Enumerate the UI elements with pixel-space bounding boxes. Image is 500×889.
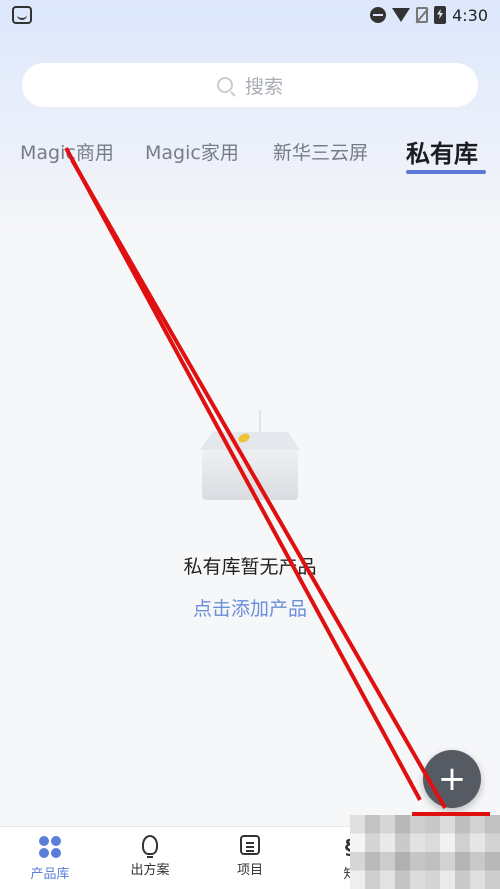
search-bar[interactable]: 搜索 (22, 63, 478, 107)
nav-item-solutions[interactable]: 出方案 (100, 827, 200, 889)
search-icon (216, 77, 233, 93)
nav-item-projects[interactable]: 项目 (200, 827, 300, 889)
screen: 4:30 搜索 Magic商用 Magic家用 新华三云屏 私有库 私有库暂无产… (0, 0, 500, 889)
tab-private-library[interactable]: 私有库 (406, 134, 478, 169)
tab-magic-home[interactable]: Magic家用 (145, 138, 239, 165)
grid-icon (38, 835, 62, 859)
nav-label: 产品库 (30, 867, 70, 882)
status-time: 4:30 (452, 5, 488, 25)
category-tabs: Magic商用 Magic家用 新华三云屏 私有库 (0, 130, 500, 180)
battery-charging-icon (434, 6, 447, 24)
tab-xinhua-cloud-screen[interactable]: 新华三云屏 (273, 138, 368, 165)
active-tab-indicator (406, 170, 486, 174)
status-bar: 4:30 (0, 0, 500, 30)
lightbulb-icon (142, 835, 158, 858)
tab-magic-commercial[interactable]: Magic商用 (20, 138, 114, 165)
wifi-icon (392, 8, 411, 22)
nav-label: 项目 (236, 863, 263, 878)
empty-state-title: 私有库暂无产品 (183, 556, 317, 578)
do-not-disturb-icon (370, 7, 387, 23)
add-fab-button[interactable]: + (423, 750, 481, 808)
list-icon (240, 835, 260, 855)
empty-box-illustration (200, 410, 300, 500)
nav-item-product-library[interactable]: 产品库 (0, 827, 100, 889)
add-product-link[interactable]: 点击添加产品 (0, 594, 500, 621)
search-placeholder: 搜索 (244, 75, 283, 98)
no-sim-icon (416, 7, 429, 23)
nav-label: 出方案 (130, 863, 170, 878)
pixelated-avatar-overlay (350, 815, 500, 889)
app-notification-icon (12, 6, 32, 24)
